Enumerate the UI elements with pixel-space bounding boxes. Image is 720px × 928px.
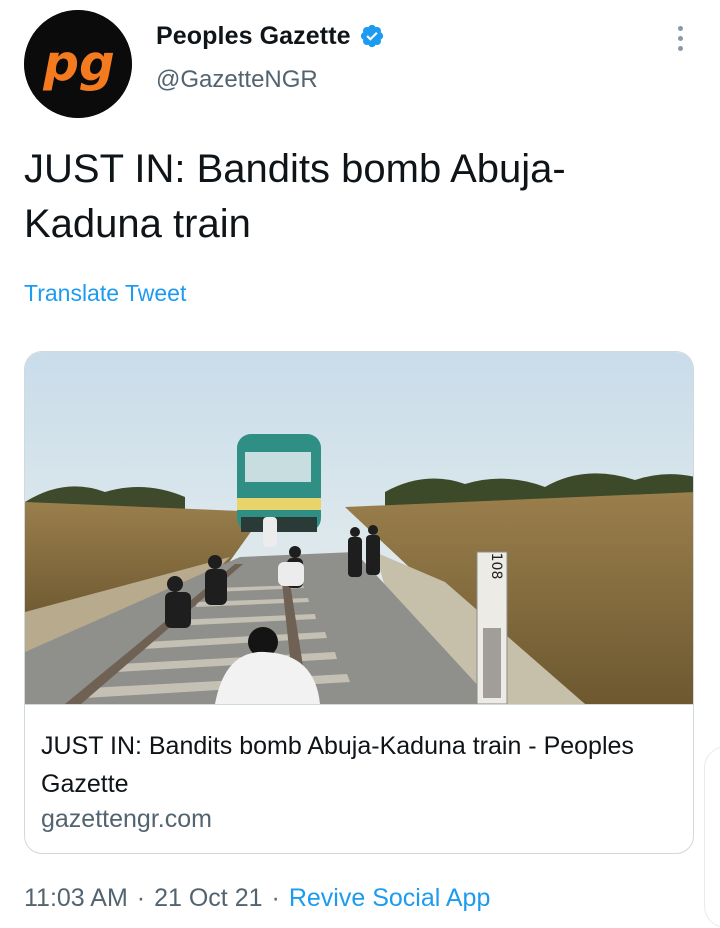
floating-panel-edge xyxy=(704,746,720,928)
tweet-source-link[interactable]: Revive Social App xyxy=(289,884,491,913)
card-title[interactable]: JUST IN: Bandits bomb Abuja-Kaduna train… xyxy=(41,727,671,803)
translate-tweet-link[interactable]: Translate Tweet xyxy=(24,280,186,307)
train-photo: 108 xyxy=(25,352,693,705)
tweet-date[interactable]: 21 Oct 21 xyxy=(154,884,262,913)
more-dot xyxy=(677,35,683,41)
avatar-logo-text: pg xyxy=(42,34,115,92)
card-image[interactable]: 108 xyxy=(25,352,693,705)
author-display-name[interactable]: Peoples Gazette xyxy=(156,22,351,51)
author-name-row[interactable]: Peoples Gazette xyxy=(156,18,385,54)
verified-badge-icon xyxy=(359,23,385,49)
avatar[interactable]: pg xyxy=(24,10,132,118)
tweet-meta: 11:03 AM · 21 Oct 21 · Revive Social App xyxy=(24,884,490,913)
more-options-icon[interactable] xyxy=(666,22,694,54)
meta-separator: · xyxy=(271,884,280,912)
avatar-logo: pg xyxy=(24,10,132,118)
meta-separator: · xyxy=(136,884,146,912)
tweet-text: JUST IN: Bandits bomb Abuja-Kaduna train xyxy=(24,147,566,246)
link-card[interactable]: 108 JUST IN: Bandits bomb Abuja-Kaduna t… xyxy=(24,351,694,854)
more-dot xyxy=(677,45,683,51)
tweet-time[interactable]: 11:03 AM xyxy=(24,884,128,913)
author-handle[interactable]: @GazetteNGR xyxy=(156,66,318,94)
tweet: pg Peoples Gazette @GazetteNGR JUST IN: … xyxy=(0,0,720,928)
card-body[interactable]: JUST IN: Bandits bomb Abuja-Kaduna train… xyxy=(25,704,693,853)
marker-number: 108 xyxy=(488,553,504,580)
card-domain: gazettengr.com xyxy=(41,805,212,833)
more-dot xyxy=(677,25,683,31)
